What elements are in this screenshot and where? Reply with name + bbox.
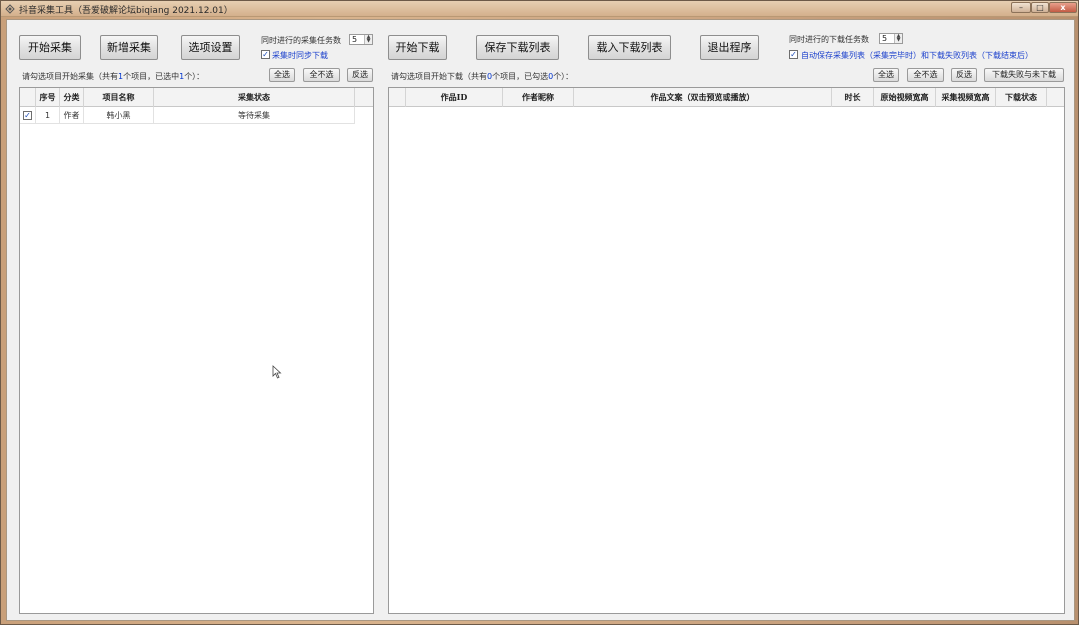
add-collect-button[interactable]: 新增采集 (100, 35, 158, 60)
start-download-button[interactable]: 开始下载 (388, 35, 447, 60)
close-button[interactable]: x (1049, 2, 1077, 13)
download-failed-button[interactable]: 下载失败与未下载 (984, 68, 1064, 82)
title-bar: 抖音采集工具（吾爱破解论坛biqiang 2021.12.01） – □ x (1, 1, 1078, 17)
maximize-button[interactable]: □ (1031, 2, 1049, 13)
collect-list-header: 序号 分类 项目名称 采集状态 (20, 88, 373, 107)
collect-list[interactable]: 序号 分类 项目名称 采集状态 ✓ 1 作者 韩小黑 等待采集 (19, 87, 374, 614)
download-concurrent-value: 5 (882, 34, 888, 43)
collect-hint: 请勾选项目开始采集（共有1个项目，已选中1个）： (22, 72, 205, 81)
window-title: 抖音采集工具（吾爱破解论坛biqiang 2021.12.01） (19, 6, 233, 16)
auto-save-checkbox[interactable]: ✓ (789, 50, 798, 59)
download-concurrent-label: 同时进行的下载任务数 (789, 35, 869, 44)
col-collected-resolution[interactable]: 采集视频宽高 (936, 88, 996, 107)
col-index[interactable]: 序号 (36, 88, 60, 107)
app-window: 抖音采集工具（吾爱破解论坛biqiang 2021.12.01） – □ x 开… (0, 0, 1079, 625)
auto-save-label: 自动保存采集列表（采集完毕时）和下载失败列表（下载结束后） (801, 51, 1033, 60)
exit-button[interactable]: 退出程序 (700, 35, 759, 60)
download-concurrent-spinner[interactable]: 5 ▲ ▼ (879, 33, 903, 44)
main-client-area: 开始采集 新增采集 选项设置 同时进行的采集任务数 5 ▲ ▼ ✓ 采集时同步下载… (6, 19, 1075, 621)
minimize-button[interactable]: – (1011, 2, 1031, 13)
collect-concurrent-label: 同时进行的采集任务数 (261, 36, 341, 45)
collect-select-all-button[interactable]: 全选 (269, 68, 295, 82)
collect-select-none-button[interactable]: 全不选 (303, 68, 340, 82)
table-row[interactable]: ✓ 1 作者 韩小黑 等待采集 (20, 107, 355, 124)
download-select-none-button[interactable]: 全不选 (907, 68, 944, 82)
col-download-status[interactable]: 下载状态 (996, 88, 1047, 107)
col-category[interactable]: 分类 (60, 88, 84, 107)
collect-concurrent-value: 5 (352, 35, 358, 44)
col-author-nickname[interactable]: 作者昵称 (503, 88, 574, 107)
mouse-cursor-icon (272, 365, 282, 379)
download-invert-button[interactable]: 反选 (951, 68, 977, 82)
header-checkbox-col (20, 88, 36, 107)
col-work-id[interactable]: 作品ID (406, 88, 503, 107)
options-button[interactable]: 选项设置 (181, 35, 240, 60)
app-icon (5, 4, 15, 14)
start-collect-button[interactable]: 开始采集 (19, 35, 81, 60)
row-checkbox-cell[interactable]: ✓ (20, 107, 36, 124)
spin-arrows-icon[interactable]: ▲ ▼ (894, 34, 902, 43)
col-project-name[interactable]: 项目名称 (84, 88, 154, 107)
col-original-resolution[interactable]: 原始视频宽高 (874, 88, 936, 107)
col-duration[interactable]: 时长 (832, 88, 874, 107)
sync-download-label: 采集时同步下载 (272, 51, 328, 60)
row-collect-status: 等待采集 (154, 107, 355, 124)
row-index: 1 (36, 107, 60, 124)
col-collect-status[interactable]: 采集状态 (154, 88, 355, 107)
download-hint: 请勾选项目开始下载（共有0个项目，已勾选0个）： (391, 72, 574, 81)
spin-arrows-icon[interactable]: ▲ ▼ (364, 35, 372, 44)
download-list-header: 作品ID 作者昵称 作品文案（双击预览或播放） 时长 原始视频宽高 采集视频宽高… (389, 88, 1064, 107)
load-download-list-button[interactable]: 载入下载列表 (588, 35, 671, 60)
save-download-list-button[interactable]: 保存下载列表 (476, 35, 559, 60)
col-work-caption[interactable]: 作品文案（双击预览或播放） (574, 88, 832, 107)
row-project-name: 韩小黑 (84, 107, 154, 124)
sync-download-checkbox[interactable]: ✓ (261, 50, 270, 59)
download-list[interactable]: 作品ID 作者昵称 作品文案（双击预览或播放） 时长 原始视频宽高 采集视频宽高… (388, 87, 1065, 614)
download-select-all-button[interactable]: 全选 (873, 68, 899, 82)
row-checkbox[interactable]: ✓ (23, 111, 32, 120)
collect-invert-button[interactable]: 反选 (347, 68, 373, 82)
row-category: 作者 (60, 107, 84, 124)
collect-concurrent-spinner[interactable]: 5 ▲ ▼ (349, 34, 373, 45)
header-checkbox-col (389, 88, 406, 107)
